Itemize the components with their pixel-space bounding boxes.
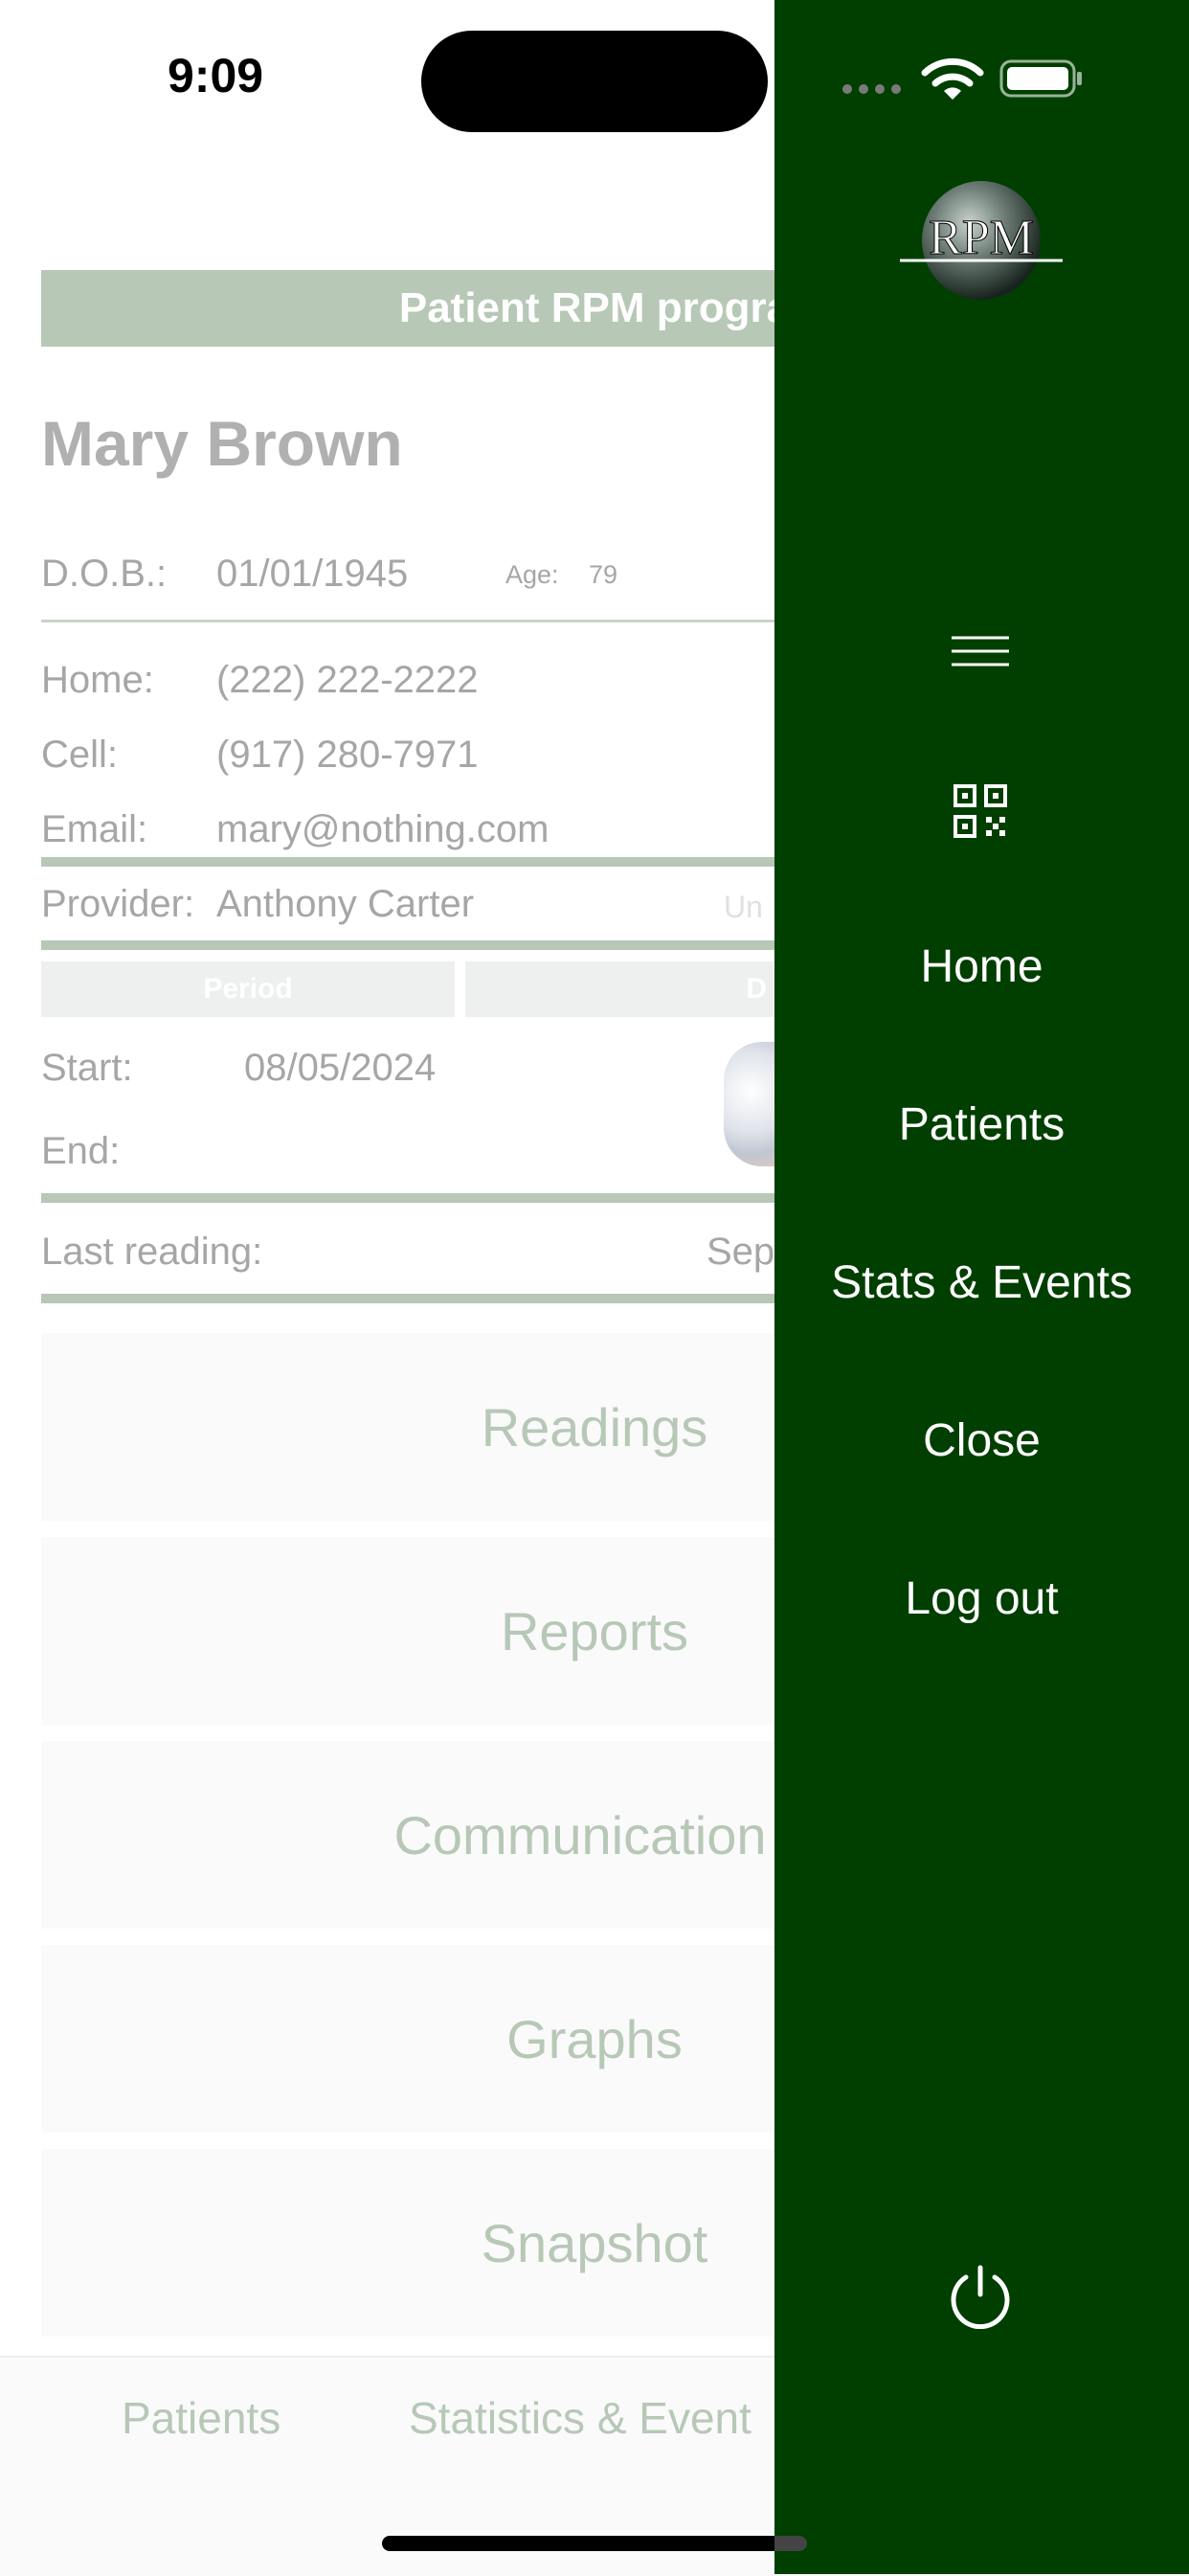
divider	[41, 620, 774, 622]
age-label: Age:	[505, 560, 559, 589]
drawer-item-home[interactable]: Home	[774, 940, 1189, 993]
end-label: End:	[41, 1130, 121, 1172]
divider	[41, 857, 774, 867]
d-header: D	[465, 961, 774, 1017]
cell-phone[interactable]: (917) 280-7971	[216, 734, 479, 777]
email-value[interactable]: mary@nothing.com	[216, 808, 549, 851]
divider	[41, 940, 774, 950]
qr-code-icon[interactable]	[953, 783, 1008, 839]
start-label: Start:	[41, 1047, 133, 1089]
divider	[41, 1193, 774, 1203]
start-value: 08/05/2024	[244, 1047, 437, 1089]
tab-patients[interactable]: Patients	[122, 2392, 280, 2444]
drawer-item-stats-events[interactable]: Stats & Events	[774, 1256, 1189, 1309]
battery-icon	[999, 59, 1082, 98]
patient-name: Mary Brown	[41, 408, 403, 479]
dob-value: 01/01/1945	[216, 553, 409, 595]
cell-label: Cell:	[41, 734, 119, 776]
svg-text:RPM: RPM	[929, 211, 1034, 265]
age-value: 79	[589, 560, 618, 589]
email-label: Email:	[41, 808, 148, 850]
provider-label: Provider:	[41, 883, 195, 925]
drawer-item-log-out[interactable]: Log out	[774, 1572, 1189, 1625]
drawer-item-patients[interactable]: Patients	[774, 1098, 1189, 1151]
home-phone[interactable]: (222) 222-2222	[216, 659, 479, 702]
wifi-icon	[921, 57, 984, 100]
last-reading-label: Last reading:	[41, 1231, 263, 1273]
status-time: 9:09	[168, 49, 264, 102]
period-header: Period	[41, 961, 455, 1017]
dob-label: D.O.B.:	[41, 553, 168, 595]
divider	[41, 1294, 774, 1303]
home-indicator	[382, 2536, 807, 2551]
cellular-signal-icon	[842, 84, 901, 94]
home-label: Home:	[41, 659, 154, 701]
power-icon[interactable]	[947, 2262, 1014, 2329]
home-indicator-overlap	[774, 2536, 807, 2551]
tab-statistics-events[interactable]: Statistics & Event	[409, 2392, 752, 2444]
last-reading-value: Sep	[707, 1231, 775, 1273]
dynamic-island	[421, 31, 768, 132]
drawer-item-close[interactable]: Close	[774, 1414, 1189, 1467]
provider-value: Anthony Carter	[216, 883, 475, 925]
rpm-logo: RPM	[900, 181, 1063, 300]
unread-indicator: Un	[724, 890, 763, 924]
hamburger-menu-icon[interactable]	[948, 632, 1013, 670]
